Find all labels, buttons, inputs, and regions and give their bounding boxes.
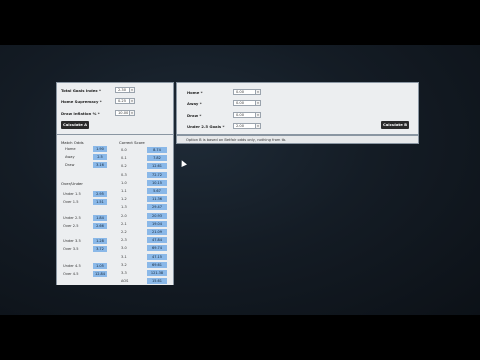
correct-score-label: 3-3 (121, 271, 127, 275)
home-odds-label: Home * (187, 90, 203, 95)
correct-score-label: 2-3 (121, 238, 127, 243)
over-under-label: Over 1.5 (63, 200, 79, 204)
chevron-down-icon: ▾ (255, 113, 260, 117)
over-under-value: 1.84 (93, 215, 107, 221)
option-b-note: Option B is based on Betfair odds only, … (176, 135, 419, 144)
calculate-a-button[interactable]: Calculate A (61, 121, 89, 129)
correct-score-label: 1-1 (121, 189, 127, 193)
draw-inflation-value: 10.00 (118, 111, 129, 115)
draw-odds-value: 0.00 (236, 113, 245, 117)
home-odds-value: 0.00 (236, 90, 245, 94)
correct-score-value: 69.61 (147, 261, 167, 268)
correct-score-label: 0-3 (121, 172, 127, 177)
correct-score-label: 0-0 (121, 148, 127, 152)
correct-score-value: 15.61 (147, 278, 167, 285)
draw-inflation-select[interactable]: 10.00 ▾ (115, 110, 135, 116)
correct-score-label: 3-2 (121, 262, 127, 267)
correct-score-label: 1-3 (121, 205, 127, 210)
over-under-label: Under 3.5 (63, 239, 81, 243)
over-under-label: Over 2.5 (63, 224, 79, 228)
correct-score-value: 11.36 (147, 196, 167, 203)
over-under-value: 2.95 (93, 191, 107, 197)
under-goals-value: 2.00 (236, 124, 245, 128)
chevron-down-icon: ▾ (129, 88, 134, 92)
option-a-panel: Total Goals Index * 2.30 ▾ Home Supremac… (56, 82, 174, 135)
draw-odds-select[interactable]: 0.00 ▾ (233, 112, 261, 118)
away-odds-label: Away * (187, 101, 202, 106)
correct-score-label: 0-2 (121, 164, 127, 169)
over-under-value: 1.28 (93, 238, 107, 244)
correct-score-value: 7.82 (147, 155, 167, 162)
correct-score-label: 2-0 (121, 213, 127, 218)
correct-score-label: 1-2 (121, 197, 127, 202)
match-odds-label: Draw (65, 163, 75, 167)
draw-odds-label: Draw * (187, 113, 202, 118)
calculate-b-button[interactable]: Calculate B (381, 121, 409, 129)
over-under-value: 12.84 (93, 271, 107, 277)
home-odds-select[interactable]: 0.00 ▾ (233, 89, 261, 95)
correct-score-value: 29.47 (147, 204, 167, 211)
correct-score-label: 3-1 (121, 254, 127, 259)
correct-score-value: 20.93 (147, 212, 167, 219)
correct-score-value: 72.72 (147, 171, 167, 178)
letterbox-top (0, 0, 480, 45)
total-goals-value: 2.30 (118, 88, 127, 92)
correct-score-label: 2-1 (121, 221, 127, 226)
correct-score-label: AOS (121, 279, 129, 284)
correct-score-label: 3-0 (121, 246, 127, 251)
correct-score-value: 12.61 (147, 163, 167, 170)
match-odds-label: Away (65, 155, 75, 159)
under-goals-label: Under 2.5 Goals * (187, 124, 225, 129)
correct-score-value: 19.04 (147, 220, 167, 227)
chevron-down-icon: ▾ (129, 111, 134, 115)
match-odds-value: 1.90 (93, 146, 107, 152)
correct-score-value: 21.09 (147, 229, 167, 235)
option-b-panel: Home * 0.00 ▾ Away * 0.00 ▾ Draw * 0.00 … (176, 82, 419, 135)
over-under-label: Over 3.5 (63, 247, 79, 251)
over-under-title: Over/Under (61, 181, 83, 186)
total-goals-label: Total Goals Index * (61, 88, 102, 93)
chevron-down-icon: ▾ (129, 99, 134, 103)
over-under-value: 3.72 (93, 246, 107, 252)
away-odds-value: 0.00 (236, 101, 245, 105)
under-goals-select[interactable]: 2.00 ▾ (233, 123, 261, 129)
correct-score-label: 1-0 (121, 180, 127, 185)
over-under-value: 2.66 (93, 223, 107, 229)
home-supremacy-select[interactable]: 0.25 ▾ (115, 98, 135, 104)
correct-score-title: Correct Score (119, 140, 145, 145)
correct-score-value: 10.15 (147, 179, 167, 186)
correct-score-label: 0-1 (121, 156, 127, 161)
match-odds-value: 3.16 (93, 162, 107, 168)
correct-score-value: 8.74 (147, 147, 167, 153)
home-supremacy-label: Home Supremacy * (61, 99, 102, 104)
correct-score-label: 2-2 (121, 230, 127, 234)
over-under-label: Under 4.5 (63, 264, 81, 268)
match-odds-title: Match Odds (61, 140, 84, 145)
correct-score-value: 69.74 (147, 245, 167, 252)
chevron-down-icon: ▾ (255, 90, 260, 94)
total-goals-select[interactable]: 2.30 ▾ (115, 87, 135, 93)
chevron-down-icon: ▾ (255, 124, 260, 128)
option-b-note-text: Option B is based on Betfair odds only, … (186, 138, 287, 142)
results-panel: Match Odds Home 1.90 Away 2.5 Draw 3.16 Over/… (56, 135, 174, 285)
over-under-value: 1.05 (93, 263, 107, 269)
letterbox-bottom (0, 315, 480, 360)
over-under-label: Under 2.5 (63, 216, 81, 220)
correct-score-value: 47.84 (147, 237, 167, 244)
match-odds-value: 2.5 (93, 154, 107, 160)
over-under-label: Over 4.5 (63, 272, 79, 276)
correct-score-value: 5.67 (147, 188, 167, 194)
match-odds-label: Home (65, 147, 76, 151)
away-odds-select[interactable]: 0.00 ▾ (233, 100, 261, 106)
over-under-value: 1.51 (93, 199, 107, 205)
chevron-down-icon: ▾ (255, 101, 260, 105)
draw-inflation-label: Draw Inflation % * (61, 111, 100, 116)
over-under-label: Under 1.5 (63, 192, 81, 196)
home-supremacy-value: 0.25 (118, 99, 127, 103)
correct-score-value: 121.38 (147, 270, 167, 276)
correct-score-value: 47.15 (147, 253, 167, 260)
